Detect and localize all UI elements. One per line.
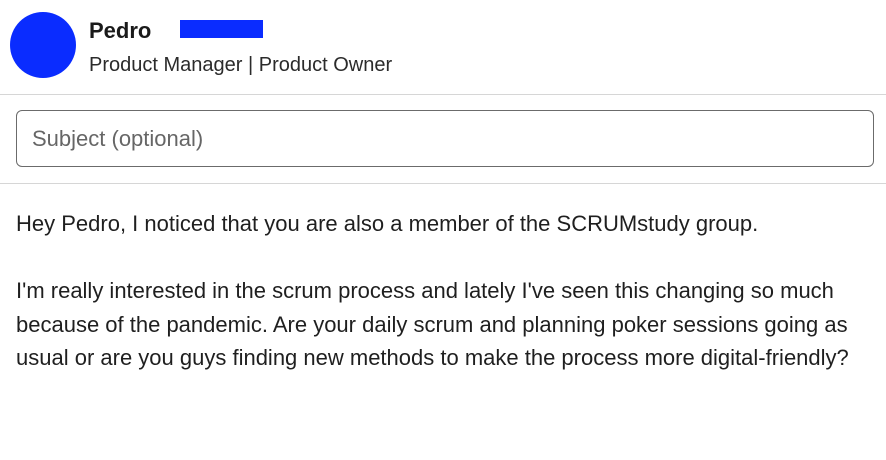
redaction-bar (180, 20, 263, 38)
recipient-headline: Product Manager | Product Owner (89, 54, 393, 76)
header-divider (0, 94, 886, 95)
message-paragraph: Hey Pedro, I noticed that you are also a… (16, 211, 759, 236)
subject-divider (0, 183, 886, 184)
message-body[interactable]: Hey Pedro, I noticed that you are also a… (16, 207, 866, 375)
recipient-header: Pedro Product Manager | Product Owner (0, 0, 886, 94)
recipient-name[interactable]: Pedro (89, 17, 151, 45)
message-paragraph: I'm really interested in the scrum proce… (16, 278, 849, 370)
recipient-avatar[interactable] (10, 12, 76, 78)
subject-input[interactable] (16, 110, 874, 167)
